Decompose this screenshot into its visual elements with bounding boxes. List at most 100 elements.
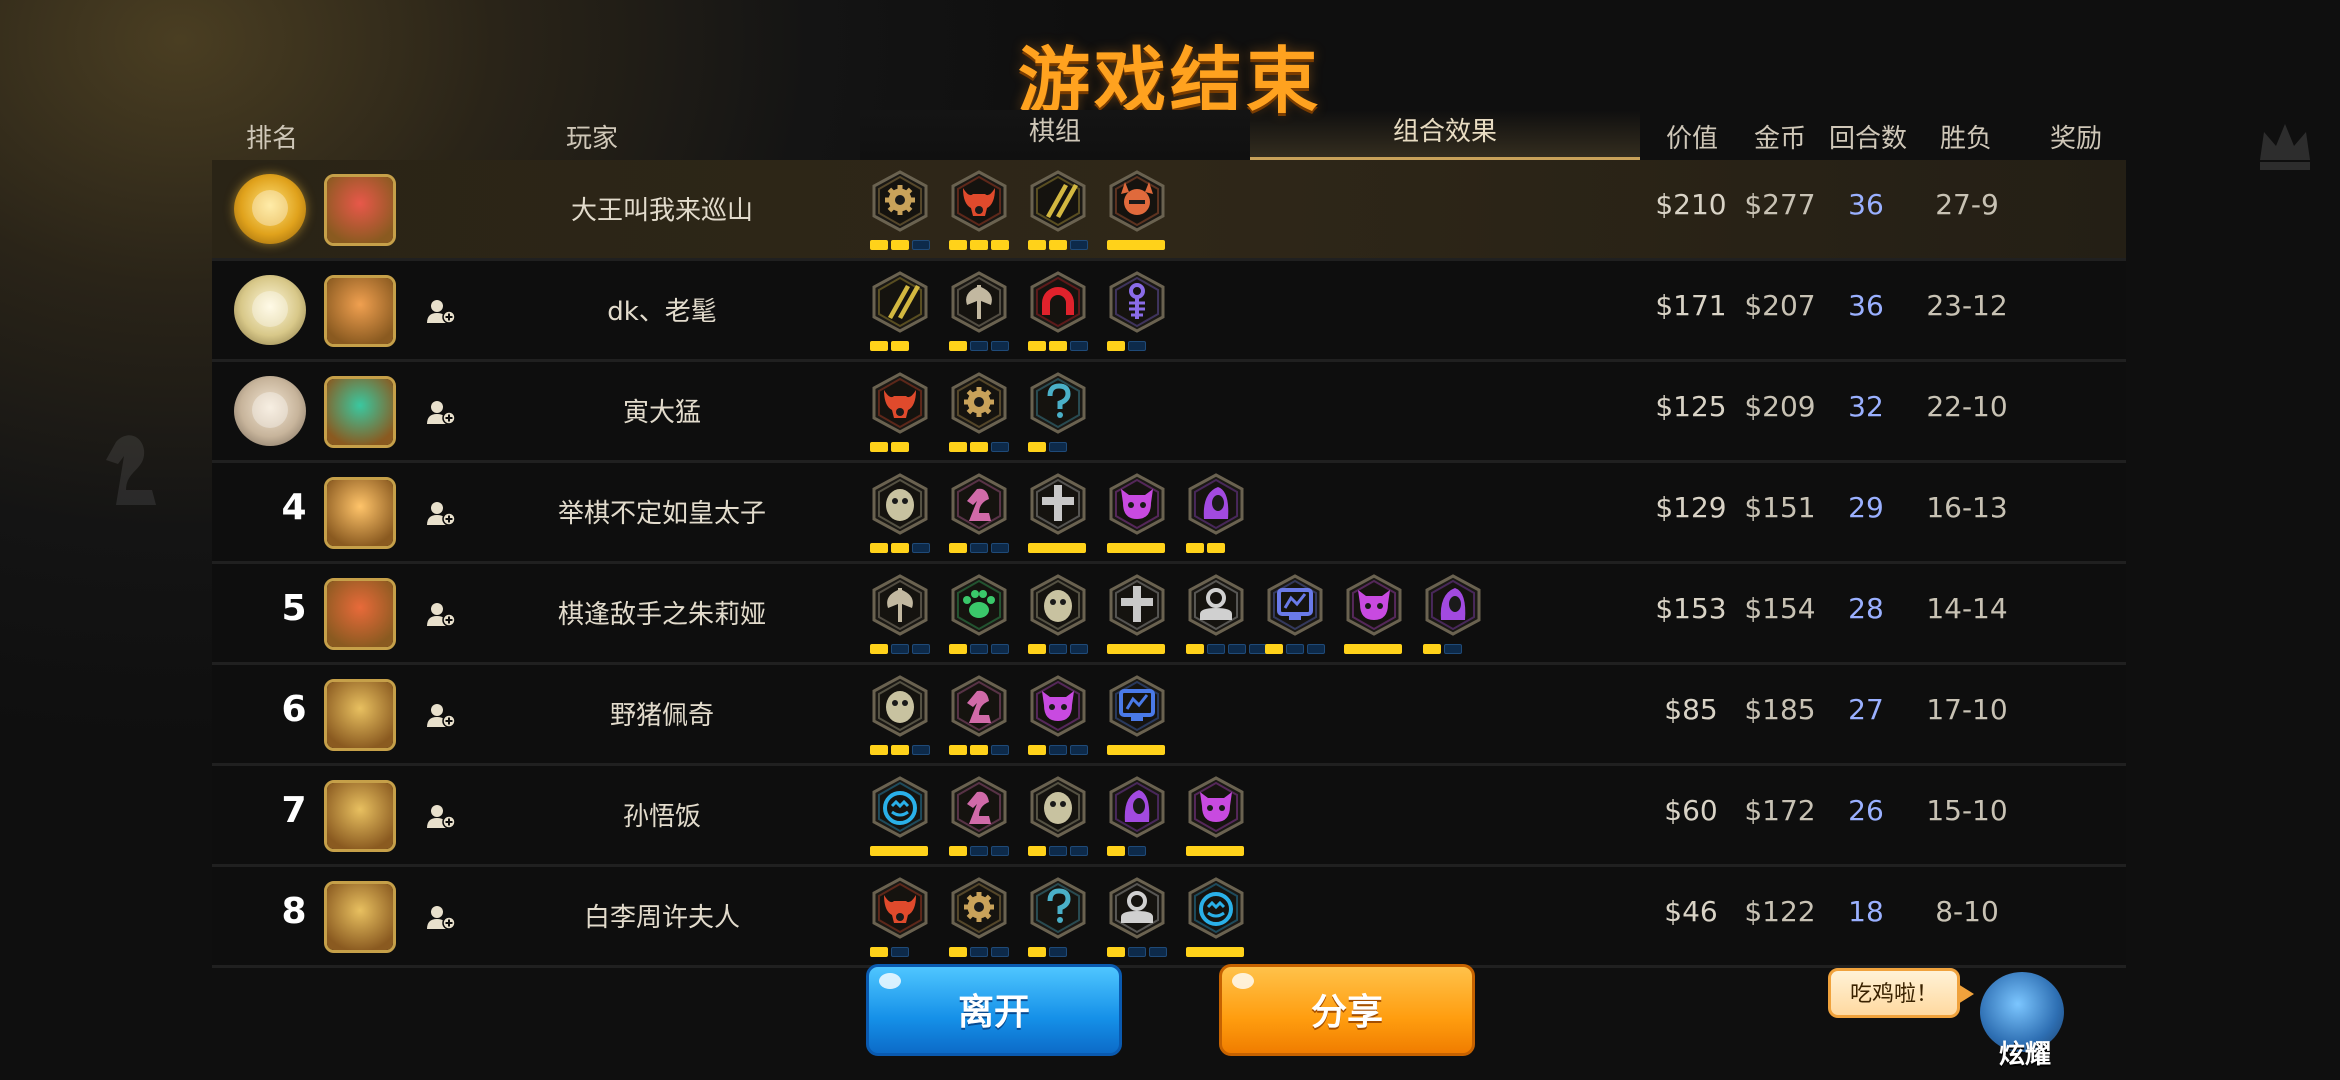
tier-bar — [1128, 846, 1146, 856]
tier-bar — [1070, 644, 1088, 654]
tier-bar — [1028, 644, 1046, 654]
tier-bar — [891, 644, 909, 654]
table-row: dk、老髦 $171 $207 36 23-12 — [212, 261, 2126, 362]
synergy-tier-bars — [949, 644, 1009, 654]
synergy-piece[interactable] — [949, 877, 1009, 957]
synergy-piece[interactable] — [1028, 170, 1088, 250]
axe-icon — [872, 574, 928, 636]
tier-bar — [1070, 846, 1088, 856]
demon-icon — [1188, 776, 1244, 838]
tier-bar — [970, 846, 988, 856]
player-avatar[interactable] — [324, 578, 396, 650]
synergy-piece[interactable] — [870, 776, 930, 856]
synergy-piece[interactable] — [1107, 170, 1167, 250]
tier-bar — [970, 947, 988, 957]
synergy-piece[interactable] — [1186, 574, 1267, 654]
player-avatar[interactable] — [324, 275, 396, 347]
gear-icon — [951, 877, 1007, 939]
synergy-piece[interactable] — [870, 271, 930, 351]
add-friend-icon[interactable] — [426, 903, 456, 931]
synergy-tier-bars — [870, 240, 930, 250]
rounds-cell: 32 — [1848, 390, 1884, 423]
tier-bar — [912, 644, 930, 654]
leave-button[interactable]: 离开 — [866, 964, 1122, 1056]
synergy-piece[interactable] — [949, 473, 1009, 553]
player-avatar[interactable] — [324, 881, 396, 953]
header-value: 价值 — [1665, 124, 1718, 154]
add-friend-icon[interactable] — [426, 600, 456, 628]
synergy-tier-bars — [870, 341, 909, 351]
add-friend-icon[interactable] — [426, 701, 456, 729]
synergy-piece[interactable] — [870, 372, 930, 452]
synergy-piece[interactable] — [1423, 574, 1483, 654]
synergy-tier-bars — [870, 644, 930, 654]
synergy-piece[interactable] — [870, 473, 930, 553]
axe-icon — [951, 271, 1007, 333]
synergy-piece[interactable] — [870, 877, 930, 957]
rank-medal-silver-icon — [234, 275, 306, 345]
player-avatar[interactable] — [324, 679, 396, 751]
tier-bar — [1286, 644, 1304, 654]
tier-bar — [891, 947, 909, 957]
rounds-cell: 18 — [1848, 895, 1884, 928]
pumpkin-icon — [1188, 877, 1244, 939]
synergy-piece[interactable] — [949, 271, 1009, 351]
synergy-piece[interactable] — [870, 574, 930, 654]
synergy-piece[interactable] — [1186, 877, 1246, 957]
add-friend-icon[interactable] — [426, 802, 456, 830]
synergy-piece[interactable] — [1186, 473, 1246, 553]
add-friend-icon[interactable] — [426, 297, 456, 325]
synergy-piece[interactable] — [1107, 776, 1167, 856]
synergy-piece[interactable] — [949, 776, 1009, 856]
knight-icon — [951, 675, 1007, 737]
tier-bar — [991, 442, 1009, 452]
rounds-cell: 36 — [1848, 289, 1884, 322]
synergy-piece[interactable] — [1028, 473, 1088, 553]
demon-icon — [1030, 675, 1086, 737]
synergy-piece[interactable] — [1186, 776, 1246, 856]
synergy-piece[interactable] — [1265, 574, 1325, 654]
synergy-piece[interactable] — [1028, 675, 1088, 755]
player-avatar[interactable] — [324, 174, 396, 246]
synergy-piece[interactable] — [1028, 877, 1088, 957]
tier-bar — [1028, 846, 1046, 856]
tier-bar — [1186, 947, 1244, 957]
tier-bar — [1028, 543, 1086, 553]
player-avatar[interactable] — [324, 376, 396, 448]
header-rank: 排名 — [245, 124, 298, 154]
tier-bar — [991, 240, 1009, 250]
gold-cell: $151 — [1744, 491, 1816, 524]
synergy-piece[interactable] — [1107, 574, 1167, 654]
synergy-piece[interactable] — [1028, 372, 1088, 452]
player-avatar[interactable] — [324, 780, 396, 852]
synergy-piece[interactable] — [1107, 473, 1167, 553]
synergy-piece[interactable] — [949, 574, 1009, 654]
avatar-image — [327, 783, 393, 849]
synergy-piece[interactable] — [870, 675, 930, 755]
synergy-piece[interactable] — [949, 372, 1009, 452]
tab-combo-effects[interactable]: 组合效果 — [1250, 110, 1640, 160]
mystery-icon — [1030, 877, 1086, 939]
synergy-piece[interactable] — [1107, 877, 1167, 957]
tier-bar — [991, 947, 1009, 957]
add-friend-icon[interactable] — [426, 398, 456, 426]
synergy-piece[interactable] — [949, 170, 1009, 250]
synergy-piece[interactable] — [1344, 574, 1404, 654]
player-avatar[interactable] — [324, 477, 396, 549]
synergy-tier-bars — [1028, 341, 1088, 351]
share-button[interactable]: 分享 — [1219, 964, 1475, 1056]
synergy-piece[interactable] — [1028, 776, 1088, 856]
synergy-piece[interactable] — [1028, 271, 1088, 351]
synergy-piece[interactable] — [1107, 271, 1167, 351]
tab-board[interactable]: 棋组 — [860, 110, 1250, 160]
synergy-piece[interactable] — [1107, 675, 1167, 755]
synergy-piece[interactable] — [1028, 574, 1088, 654]
tier-bar — [970, 745, 988, 755]
synergy-piece[interactable] — [870, 170, 930, 250]
synergy-piece[interactable] — [949, 675, 1009, 755]
show-off-label[interactable]: 炫耀 — [1990, 1034, 2060, 1071]
table-row: 寅大猛 $125 $209 32 22-10 — [212, 362, 2126, 463]
tier-bar — [949, 240, 967, 250]
add-friend-icon[interactable] — [426, 499, 456, 527]
player-name: 举棋不定如皇太子 — [557, 499, 766, 529]
